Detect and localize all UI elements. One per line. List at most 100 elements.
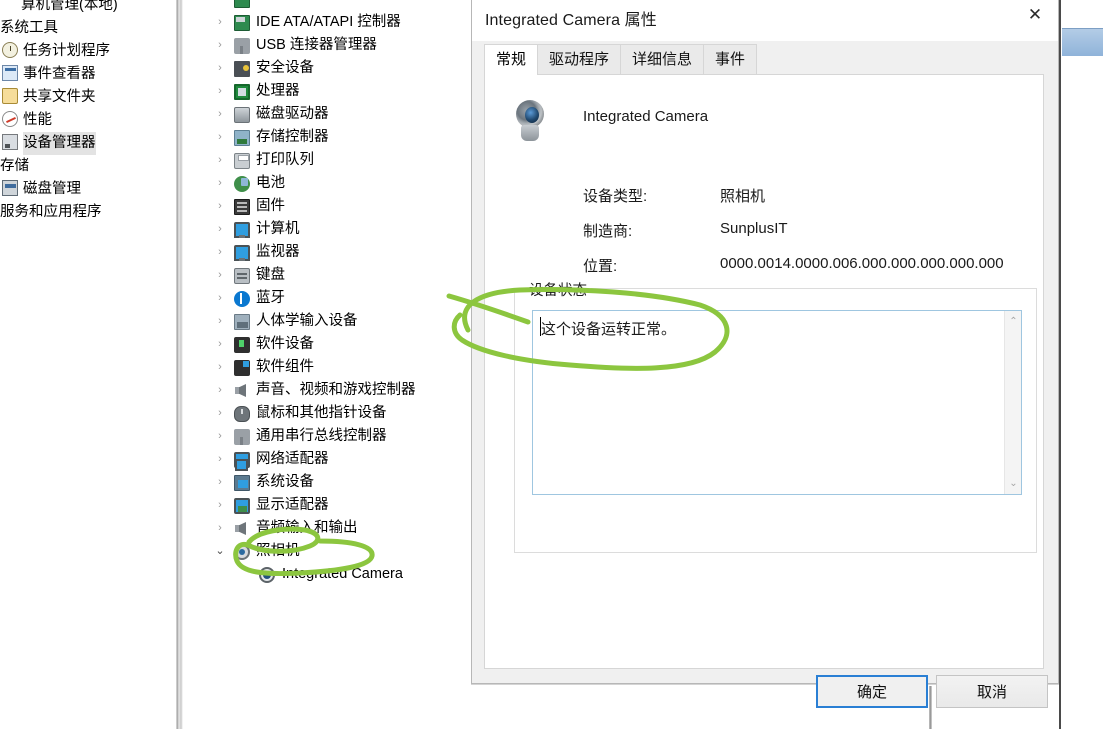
device-tree-item[interactable]: › 打印队列 (183, 149, 473, 172)
device-tree-item[interactable]: › 声音、视频和游戏控制器 (183, 379, 473, 402)
chevron-down-icon[interactable]: ⌄ (1005, 475, 1022, 492)
device-tree-item[interactable]: Integrated Camera (183, 563, 473, 586)
device-tree-item[interactable]: › 蓝牙 (183, 287, 473, 310)
chevron-right-icon[interactable]: › (214, 126, 226, 149)
processor-icon (234, 84, 250, 100)
chevron-down-icon[interactable]: ⌄ (214, 540, 226, 563)
chevron-right-icon[interactable]: › (214, 287, 226, 310)
device-tree-item[interactable]: ⌄ 照相机 (183, 540, 473, 563)
device-tree-item-label: 人体学输入设备 (256, 313, 358, 329)
console-tree-item[interactable]: 系统工具 (0, 17, 176, 40)
chevron-right-icon[interactable]: › (214, 103, 226, 126)
device-status-legend: 设备状态 (525, 279, 591, 300)
console-tree-item[interactable]: 共享文件夹 (0, 86, 176, 109)
chevron-right-icon[interactable]: › (214, 11, 226, 34)
console-tree-item-label: 算机管理(本地) (21, 0, 118, 13)
console-tree-item[interactable]: 服务和应用程序 (0, 201, 176, 224)
device-tree-item[interactable]: › 电池 (183, 172, 473, 195)
device-tree-item-label: Integrated Camera (282, 566, 403, 582)
device-tree-item[interactable] (183, 0, 473, 11)
sound-video-game-icon (234, 383, 250, 399)
console-tree-item-label: 系统工具 (0, 20, 58, 36)
device-tree-item[interactable]: › 系统设备 (183, 471, 473, 494)
chevron-right-icon[interactable]: › (214, 241, 226, 264)
console-tree-item[interactable]: 事件查看器 (0, 63, 176, 86)
tab-0[interactable]: 常规 (484, 44, 539, 75)
device-tree-item-label: 磁盘驱动器 (256, 106, 329, 122)
device-tree-item[interactable]: › 安全设备 (183, 57, 473, 80)
chevron-right-icon[interactable]: › (214, 264, 226, 287)
chevron-right-icon[interactable]: › (214, 57, 226, 80)
chevron-right-icon[interactable]: › (214, 80, 226, 103)
device-tree-pane[interactable]: › IDE ATA/ATAPI 控制器 › USB 连接器管理器 › 安全设备 › 处理器 › 磁… (183, 0, 473, 729)
device-tree-item[interactable]: › 存储控制器 (183, 126, 473, 149)
chevron-right-icon[interactable]: › (214, 517, 226, 540)
field-value-manufacturer: SunplusIT (720, 220, 788, 237)
console-tree-item[interactable]: 性能 (0, 109, 176, 132)
device-tree-item[interactable]: › 计算机 (183, 218, 473, 241)
clock-icon (2, 42, 18, 59)
chevron-up-icon[interactable]: ⌃ (1005, 313, 1022, 330)
device-status-textarea[interactable]: 这个设备运转正常。 ⌃ ⌄ (532, 310, 1022, 495)
tab-2[interactable]: 详细信息 (620, 44, 705, 74)
device-tree-item[interactable]: › 处理器 (183, 80, 473, 103)
device-tree-item[interactable]: › 人体学输入设备 (183, 310, 473, 333)
chevron-right-icon[interactable]: › (214, 218, 226, 241)
console-tree-item-label: 事件查看器 (23, 66, 96, 82)
chevron-right-icon[interactable]: › (214, 494, 226, 517)
device-tree-item[interactable]: › 音频输入和输出 (183, 517, 473, 540)
ok-button[interactable]: 确定 (816, 675, 928, 708)
device-tree-item[interactable]: › 键盘 (183, 264, 473, 287)
chevron-right-icon[interactable]: › (214, 195, 226, 218)
field-label-manufacturer: 制造商: (583, 223, 633, 240)
device-tree-item[interactable]: › 网络适配器 (183, 448, 473, 471)
status-scrollbar[interactable]: ⌃ ⌄ (1004, 311, 1021, 494)
chevron-right-icon[interactable]: › (214, 402, 226, 425)
device-tree-item-label: 键盘 (256, 267, 285, 283)
background-selected-row (1062, 28, 1103, 56)
chevron-right-icon[interactable]: › (214, 149, 226, 172)
chevron-right-icon[interactable]: › (214, 471, 226, 494)
device-tree-item[interactable]: › USB 连接器管理器 (183, 34, 473, 57)
tab-3[interactable]: 事件 (703, 44, 758, 74)
device-tree-item[interactable]: › 显示适配器 (183, 494, 473, 517)
device-tree-item[interactable]: › 监视器 (183, 241, 473, 264)
device-tree-item[interactable]: › 软件设备 (183, 333, 473, 356)
device-tree-item-label: 软件设备 (256, 336, 314, 352)
chevron-right-icon[interactable]: › (214, 448, 226, 471)
device-tree-item[interactable]: › 鼠标和其他指针设备 (183, 402, 473, 425)
device-tree-item[interactable]: › 磁盘驱动器 (183, 103, 473, 126)
device-tree-item[interactable]: › 通用串行总线控制器 (183, 425, 473, 448)
device-tree-item[interactable]: › IDE ATA/ATAPI 控制器 (183, 11, 473, 34)
console-tree-item[interactable]: 任务计划程序 (0, 40, 176, 63)
pane-splitter[interactable] (176, 0, 183, 729)
console-tree-item-label: 存储 (0, 158, 29, 174)
event-viewer-icon (2, 65, 18, 82)
tab-1[interactable]: 驱动程序 (537, 44, 622, 74)
chevron-right-icon[interactable]: › (214, 379, 226, 402)
chevron-right-icon[interactable]: › (214, 333, 226, 356)
console-tree-item[interactable]: 磁盘管理 (0, 178, 176, 201)
firmware-icon (234, 199, 250, 215)
security-device-icon (234, 61, 250, 77)
device-tree-item[interactable]: › 软件组件 (183, 356, 473, 379)
tab-strip[interactable]: 常规 驱动程序 详细信息 事件 (484, 44, 1046, 75)
device-status-text: 这个设备运转正常。 (541, 321, 677, 338)
close-icon[interactable]: ✕ (1012, 0, 1058, 31)
device-tree-item-label: 声音、视频和游戏控制器 (256, 382, 416, 398)
console-tree-item[interactable]: 算机管理(本地) (0, 0, 176, 17)
storage-controller-icon (234, 130, 250, 146)
chevron-right-icon[interactable]: › (214, 356, 226, 379)
console-tree-item[interactable]: 存储 (0, 155, 176, 178)
device-tree-item-label: 处理器 (256, 83, 300, 99)
console-tree-item[interactable]: 设备管理器 (0, 132, 176, 155)
dialog-title-bar[interactable]: Integrated Camera 属性 ✕ (472, 0, 1058, 41)
device-tree-item[interactable]: › 固件 (183, 195, 473, 218)
chevron-right-icon[interactable]: › (214, 172, 226, 195)
device-tree-item-label: IDE ATA/ATAPI 控制器 (256, 14, 401, 30)
cancel-button[interactable]: 取消 (936, 675, 1048, 708)
chevron-right-icon[interactable]: › (214, 34, 226, 57)
chevron-right-icon[interactable]: › (214, 425, 226, 448)
chevron-right-icon[interactable]: › (214, 310, 226, 333)
console-tree-pane[interactable]: 算机管理(本地) 系统工具任务计划程序事件查看器共享文件夹 性能 设备管理器存储磁盘管… (0, 0, 176, 729)
